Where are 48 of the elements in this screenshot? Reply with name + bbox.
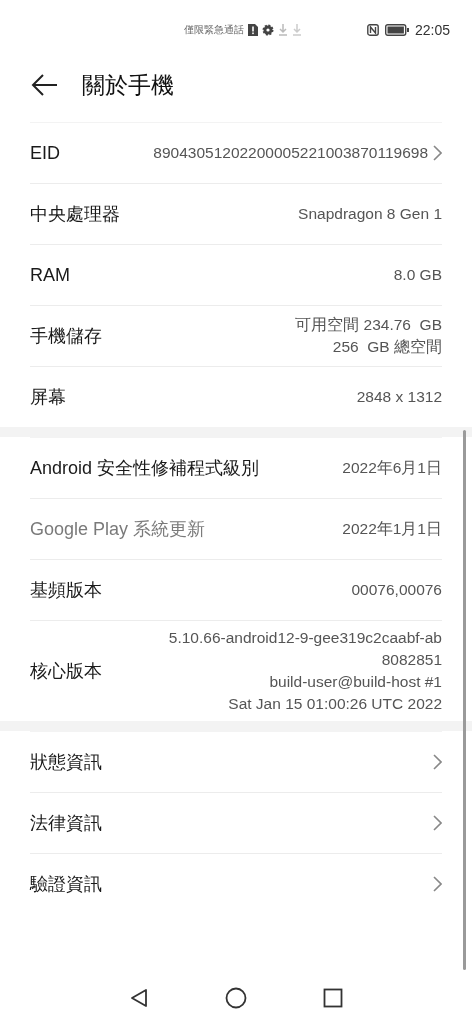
row-value: build-user@build-host #1: [269, 672, 442, 692]
row-label: 法律資訊: [30, 812, 102, 835]
row-value: 2848 x 1312: [356, 387, 442, 407]
back-button[interactable]: [30, 73, 58, 97]
home-button[interactable]: [225, 987, 247, 1009]
battery-icon: [384, 24, 409, 36]
scrollbar[interactable]: [463, 430, 466, 970]
row-label: 狀態資訊: [30, 751, 102, 774]
settings-row[interactable]: Android 安全性修補程式級別 2022年6月1日: [30, 437, 442, 498]
settings-row[interactable]: 狀態資訊: [30, 731, 442, 792]
settings-row[interactable]: 驗證資訊: [30, 853, 442, 914]
gear-icon: [262, 24, 274, 36]
row-value: 2022年1月1日: [342, 519, 442, 539]
row-label: 手機儲存: [30, 325, 102, 348]
row-label: 驗證資訊: [30, 873, 102, 896]
row-label: 基頻版本: [30, 579, 102, 602]
row-value: 可用空間 234.76 GB: [295, 315, 442, 335]
page-title: 關於手機: [82, 70, 174, 100]
row-value: 8.0 GB: [393, 265, 442, 285]
settings-row[interactable]: 手機儲存 可用空間 234.76 GB 256 GB 總空間: [30, 305, 442, 366]
settings-row[interactable]: RAM 8.0 GB: [30, 244, 442, 305]
row-label: 中央處理器: [30, 203, 120, 226]
download-icon: [278, 24, 288, 36]
download-icon: [292, 24, 302, 36]
row-label: RAM: [30, 264, 70, 286]
row-value: 256 GB 總空間: [332, 337, 442, 357]
row-value: Snapdragon 8 Gen 1: [298, 204, 442, 224]
nfc-icon: [366, 24, 379, 36]
settings-row[interactable]: 基頻版本 00076,00076: [30, 559, 442, 620]
alert-sim-icon: [248, 24, 258, 36]
back-button[interactable]: [129, 988, 149, 1008]
recents-button[interactable]: [323, 988, 343, 1008]
status-text: 僅限緊急通話: [184, 23, 244, 37]
row-value: 8082851: [381, 650, 442, 670]
row-label: 核心版本: [30, 660, 102, 683]
row-label: EID: [30, 142, 60, 164]
clock: 22:05: [414, 22, 450, 38]
row-value: 5.10.66-android12-9-gee319c2caabf-ab: [168, 628, 442, 648]
row-value: 89043051202200005221003870119698: [153, 143, 428, 163]
row-value: 00076,00076: [351, 580, 442, 600]
settings-row[interactable]: 法律資訊: [30, 792, 442, 853]
settings-row[interactable]: 中央處理器 Snapdragon 8 Gen 1: [30, 183, 442, 244]
row-value: Sat Jan 15 01:00:26 UTC 2022: [228, 694, 442, 714]
row-label: Google Play 系統更新: [30, 518, 206, 541]
row-label: Android 安全性修補程式級別: [30, 457, 260, 480]
row-value: 2022年6月1日: [342, 458, 442, 478]
settings-row[interactable]: EID 89043051202200005221003870119698: [30, 122, 442, 183]
row-label: 屏幕: [30, 386, 66, 409]
